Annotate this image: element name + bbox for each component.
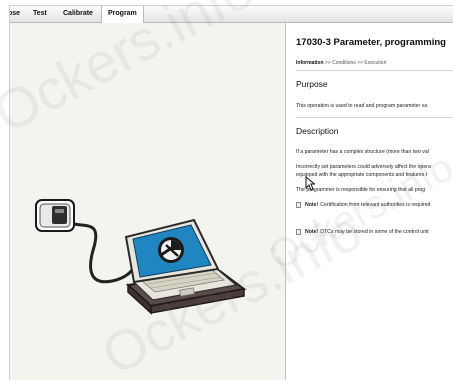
note-text: DTCs may be stored in some of the contro… [320, 229, 429, 235]
description-line: equipped with the appropriate components… [296, 172, 428, 178]
note-icon [296, 229, 301, 235]
note-label: Note! [305, 202, 319, 208]
purpose-text: This operation is used to read and progr… [296, 103, 428, 109]
cable [67, 220, 139, 284]
page-title: 17030-3 Parameter, programming [296, 37, 446, 48]
illustration-pane [10, 23, 285, 380]
tab-bar: ose Test Calibrate Program [10, 6, 453, 23]
note-row: Note! DTCs may be stored in some of the … [296, 229, 429, 235]
tab-test[interactable]: Test [28, 6, 52, 22]
tab-diagnose[interactable]: ose [10, 6, 25, 22]
breadcrumb: Information >> Conditions >> Execution [296, 60, 386, 66]
breadcrumb-execution[interactable]: Execution [364, 60, 386, 66]
purpose-heading: Purpose [296, 79, 328, 89]
divider-line [296, 117, 453, 118]
note-icon [296, 202, 301, 208]
note-text: Certification from relevant authorities … [320, 202, 431, 208]
vocom-interface-icon [35, 199, 75, 232]
description-line: The programmer is responsible for ensuri… [296, 187, 426, 193]
illustration [35, 199, 247, 315]
note-label: Note! [305, 229, 319, 235]
tab-program[interactable]: Program [101, 6, 144, 23]
mouse-cursor-icon [305, 176, 315, 191]
breadcrumb-information[interactable]: Information [296, 60, 324, 66]
laptop-tool-icon [124, 218, 247, 315]
application-window: ose Test Calibrate Program 17030-3 Param… [9, 5, 453, 380]
tab-calibrate[interactable]: Calibrate [58, 6, 98, 22]
breadcrumb-separator: >> [357, 60, 363, 66]
breadcrumb-conditions[interactable]: Conditions [332, 60, 356, 66]
breadcrumb-separator: >> [324, 60, 331, 66]
note-row: Note! Certification from relevant author… [296, 202, 430, 208]
description-line: If a parameter has a complex structure (… [296, 149, 429, 155]
description-line: Incorrectly set parameters could adverse… [296, 164, 431, 170]
divider-line [296, 70, 453, 71]
description-heading: Description [296, 126, 339, 136]
info-pane: 17030-3 Parameter, programming Informati… [286, 23, 453, 380]
